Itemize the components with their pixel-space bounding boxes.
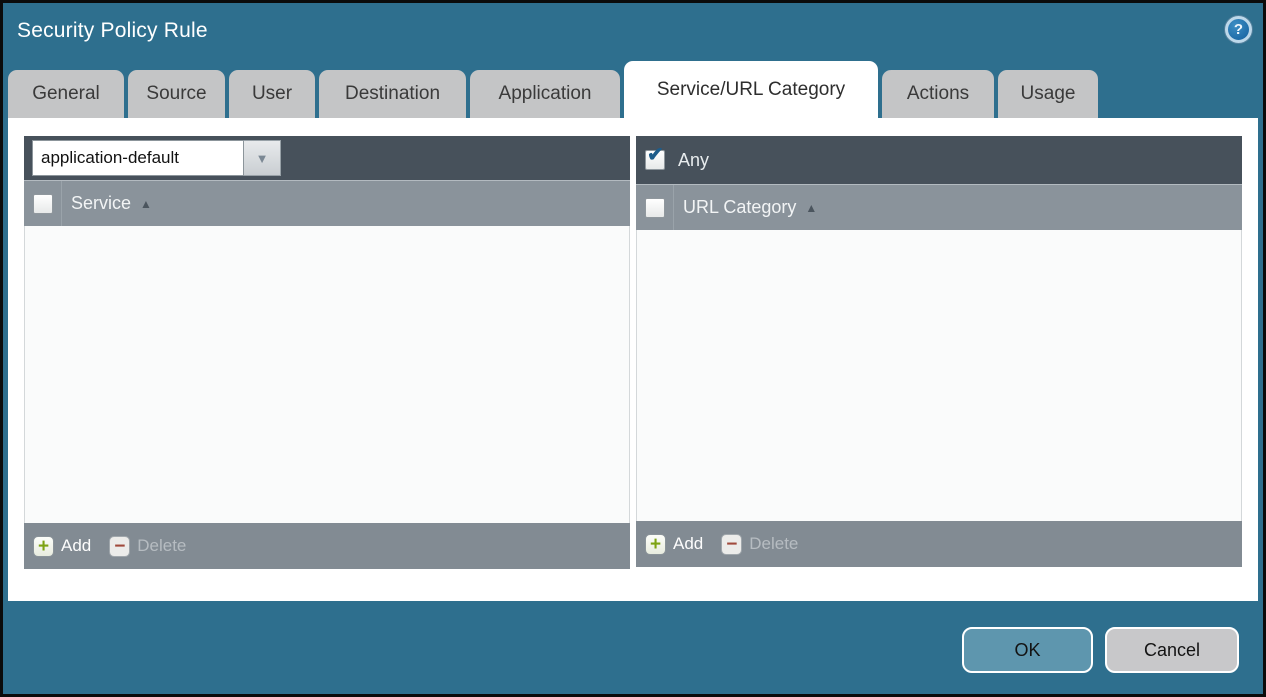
add-url-category-label: Add — [673, 534, 703, 554]
delete-service-label: Delete — [137, 536, 186, 556]
check-icon: ✔ — [647, 145, 664, 165]
tab-bar: General Source User Destination Applicat… — [8, 67, 1098, 118]
service-type-dropdown[interactable]: ▼ — [32, 140, 281, 176]
tab-general[interactable]: General — [8, 70, 124, 118]
service-footer: + Add − Delete — [24, 523, 630, 569]
service-type-input[interactable] — [32, 140, 244, 176]
add-service-label: Add — [61, 536, 91, 556]
url-footer: + Add − Delete — [636, 521, 1242, 567]
url-any-bar: ✔ Any — [636, 136, 1242, 184]
add-url-category-button[interactable]: + Add — [645, 534, 703, 555]
sort-ascending-icon: ▲ — [805, 202, 817, 214]
url-category-column-header[interactable]: URL Category ▲ — [674, 185, 817, 230]
select-all-services-checkbox[interactable] — [24, 181, 62, 226]
url-category-panel: ✔ Any URL Category ▲ + Add − Delete — [636, 136, 1242, 567]
checkbox-unchecked-icon — [645, 198, 665, 218]
delete-icon: − — [721, 534, 742, 555]
tab-source[interactable]: Source — [128, 70, 225, 118]
dialog-content: ▼ Service ▲ + Add − Delete — [8, 118, 1258, 601]
tab-actions[interactable]: Actions — [882, 70, 994, 118]
url-grid-header: URL Category ▲ — [636, 184, 1242, 230]
select-all-url-categories-checkbox[interactable] — [636, 185, 674, 230]
service-panel: ▼ Service ▲ + Add − Delete — [24, 136, 630, 569]
help-icon[interactable]: ? — [1225, 16, 1252, 43]
service-toolbar: ▼ — [24, 136, 630, 180]
delete-service-button[interactable]: − Delete — [109, 536, 186, 557]
service-list[interactable] — [24, 226, 630, 523]
ok-button[interactable]: OK — [962, 627, 1093, 673]
add-icon: + — [645, 534, 666, 555]
dialog-title: Security Policy Rule — [17, 19, 208, 43]
any-checkbox[interactable]: ✔ — [645, 150, 665, 170]
service-column-label: Service — [71, 193, 131, 214]
add-service-button[interactable]: + Add — [33, 536, 91, 557]
url-category-column-label: URL Category — [683, 197, 796, 218]
any-label: Any — [678, 150, 709, 171]
dropdown-button[interactable]: ▼ — [244, 140, 281, 176]
tab-user[interactable]: User — [229, 70, 315, 118]
add-icon: + — [33, 536, 54, 557]
delete-icon: − — [109, 536, 130, 557]
delete-url-category-button[interactable]: − Delete — [721, 534, 798, 555]
sort-ascending-icon: ▲ — [140, 198, 152, 210]
chevron-down-icon: ▼ — [256, 152, 269, 165]
url-category-list[interactable] — [636, 230, 1242, 521]
checkbox-unchecked-icon — [33, 194, 53, 214]
tab-destination[interactable]: Destination — [319, 70, 466, 118]
tab-service-url-category[interactable]: Service/URL Category — [624, 61, 878, 118]
delete-url-category-label: Delete — [749, 534, 798, 554]
cancel-button[interactable]: Cancel — [1105, 627, 1239, 673]
tab-usage[interactable]: Usage — [998, 70, 1098, 118]
tab-application[interactable]: Application — [470, 70, 620, 118]
service-column-header[interactable]: Service ▲ — [62, 181, 152, 226]
service-grid-header: Service ▲ — [24, 180, 630, 226]
